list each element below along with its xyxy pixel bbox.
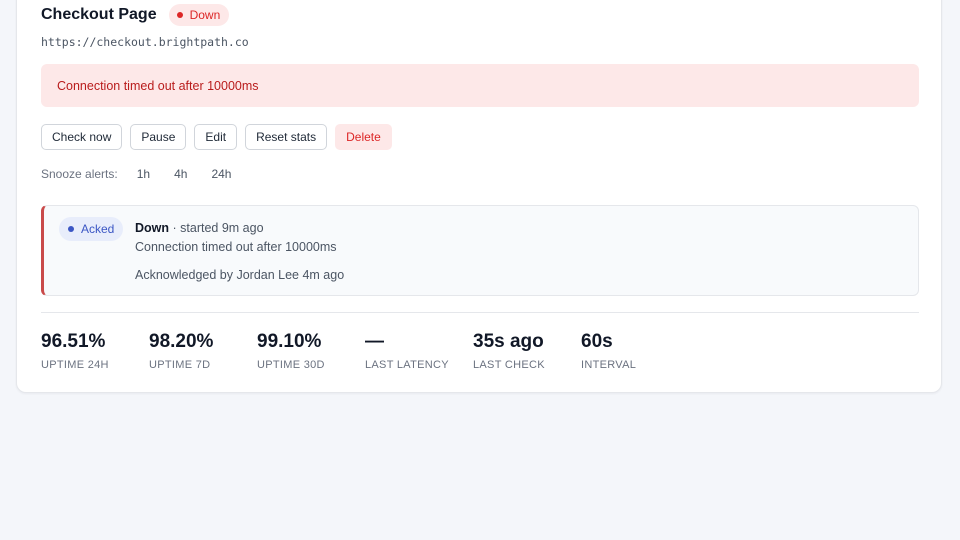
monitor-header: Checkout Page Down [41,3,230,27]
acked-dot-icon [68,226,74,232]
action-toolbar: Check now Pause Edit Reset stats Delete [41,124,392,150]
delete-button[interactable]: Delete [335,124,392,150]
stat-interval: 60s Interval [581,330,689,371]
snooze-label: Snooze alerts: [41,167,118,181]
monitor-url: https://checkout.brightpath.co [41,35,249,49]
snooze-24h-button[interactable]: 24h [202,167,240,181]
edit-button[interactable]: Edit [194,124,238,150]
stat-uptime-7d: 98.20% Uptime 7d [149,330,257,371]
stat-uptime-24h: 96.51% Uptime 24h [41,330,149,371]
stat-uptime-30d: 99.10% Uptime 30d [257,330,365,371]
incident-acknowledged: Acknowledged by Jordan Lee 4m ago [135,268,345,282]
stat-last-latency: — Last latency [365,330,473,371]
stat-value: — [365,331,384,352]
stat-value: 35s ago [473,331,544,352]
stats-row: 96.51% Uptime 24h 98.20% Uptime 7d 99.10… [41,330,689,371]
snooze-4h-button[interactable]: 4h [165,167,196,181]
acked-badge-label: Acked [81,222,115,236]
stat-label: Uptime 24h [41,359,109,371]
status-badge-label: Down [189,8,221,22]
stat-label: Uptime 30d [257,359,325,371]
incident-card: Acked Down · started 9m ago Connection t… [41,205,919,296]
check-now-button[interactable]: Check now [41,124,123,150]
incident-state: Down [135,221,170,235]
stat-last-check: 35s ago Last check [473,330,581,371]
stat-value: 60s [581,331,613,352]
incident-message: Connection timed out after 10000ms [135,240,337,254]
stat-value: 96.51% [41,331,106,352]
error-message: Connection timed out after 10000ms [57,78,259,93]
error-banner: Connection timed out after 10000ms [41,64,919,107]
stat-label: Last latency [365,359,449,371]
monitor-title: Checkout Page [41,6,157,23]
stat-value: 98.20% [149,331,214,352]
status-dot-icon [176,12,183,18]
incident-started: · started 9m ago [172,221,264,235]
status-badge: Down [168,4,230,26]
incident-details: Down · started 9m ago Connection timed o… [135,219,344,285]
stat-label: Interval [581,359,637,371]
pause-button[interactable]: Pause [130,124,187,150]
stat-label: Uptime 7d [149,359,211,371]
monitor-card: Checkout Page Down https://checkout.brig… [16,0,942,393]
snooze-alerts: Snooze alerts: 1h 4h 24h [41,167,240,181]
stat-label: Last check [473,359,545,371]
reset-stats-button[interactable]: Reset stats [245,124,328,150]
stat-value: 99.10% [257,331,322,352]
acked-badge: Acked [59,217,124,241]
incident-headline: Down · started 9m ago [135,219,344,238]
stats-divider [41,312,919,313]
snooze-1h-button[interactable]: 1h [128,167,159,181]
